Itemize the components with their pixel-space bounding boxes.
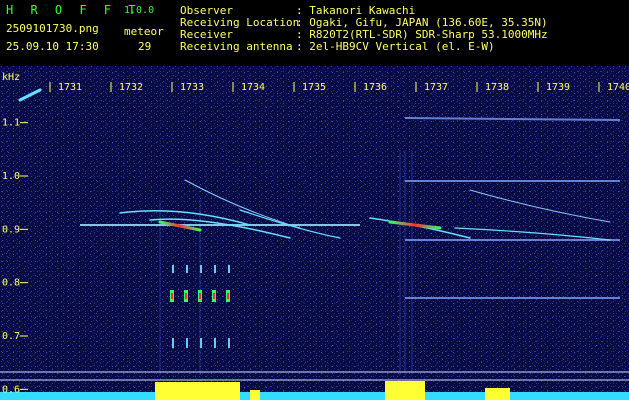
time-tick-label: 1733 <box>180 82 204 93</box>
freq-tick-label: 1.1 <box>2 118 20 129</box>
meteor-label: meteor <box>124 25 164 38</box>
freq-unit-label: kHz <box>2 72 20 83</box>
app-logo: H R O F F T <box>6 3 141 17</box>
antenna-label: Receiving antenna <box>180 40 293 53</box>
freq-tick-label: 0.9 <box>2 224 20 235</box>
freq-tick-label: 0.6 <box>2 384 20 395</box>
file-datetime: 25.09.10 17:30 <box>6 40 99 53</box>
file-name: 2509101730.png <box>6 22 99 35</box>
time-tick-label: 1739 <box>546 82 570 93</box>
time-tick-label: 1736 <box>363 82 387 93</box>
antenna-value: : 2el-HB9CV Vertical (el. E-W) <box>296 40 495 53</box>
spectrogram: kHz 1731 1732 1733 1734 1735 1736 1737 1738 1739… <box>0 66 629 400</box>
meteor-count: 29 <box>138 40 152 53</box>
time-tick-label: 1734 <box>241 82 265 93</box>
time-tick-label: 1740 <box>607 82 629 93</box>
time-tick-label: 1731 <box>58 82 82 93</box>
freq-tick-label: 1.0 <box>2 171 20 182</box>
time-tick-label: 1735 <box>302 82 326 93</box>
time-tick-label: 1737 <box>424 82 448 93</box>
app-version: 1.0.0 <box>124 5 155 16</box>
header-panel: H R O F F T 1.0.0 2509101730.png meteor … <box>0 0 629 66</box>
time-tick-label: 1738 <box>485 82 509 93</box>
freq-tick-label: 0.8 <box>2 278 20 289</box>
freq-tick-label: 0.7 <box>2 331 20 342</box>
time-tick-label: 1732 <box>119 82 143 93</box>
